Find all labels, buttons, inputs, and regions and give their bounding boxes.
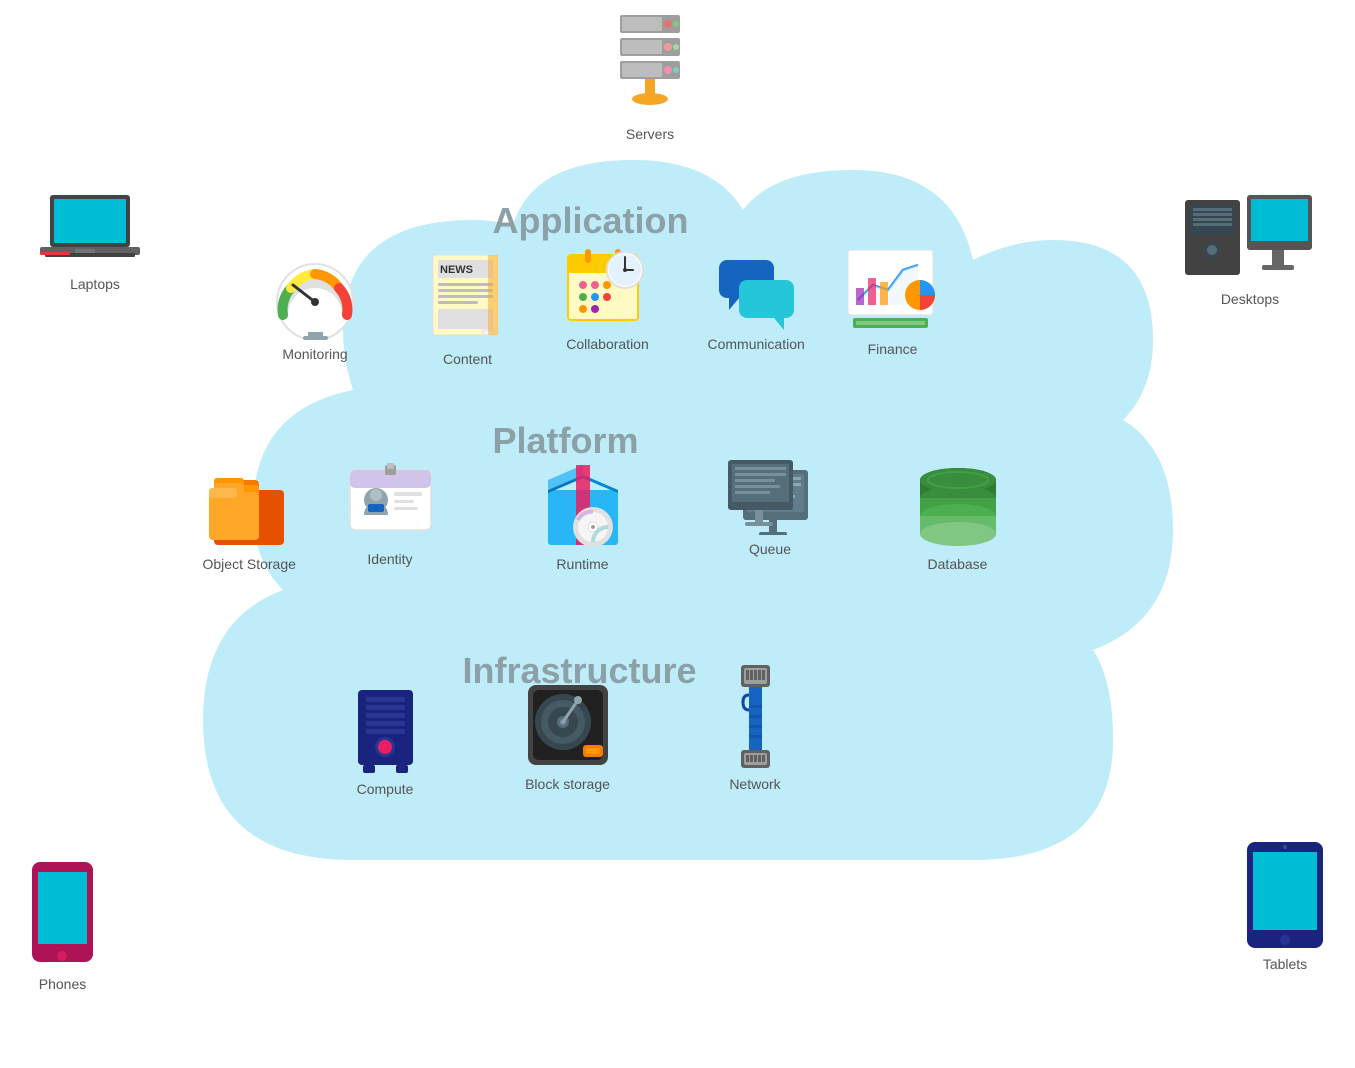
finance-label: Finance	[868, 341, 918, 357]
identity-item: Identity	[348, 460, 433, 567]
database-label: Database	[928, 556, 988, 572]
desktops-item: Desktops	[1185, 195, 1315, 307]
cloud-shape: Application Monitoring	[153, 140, 1203, 960]
tablets-item: Tablets	[1245, 840, 1325, 972]
object-storage-icon	[204, 470, 294, 550]
phones-label: Phones	[39, 976, 86, 992]
tablets-icon	[1245, 840, 1325, 950]
compute-item: Compute	[348, 685, 423, 797]
tablets-label: Tablets	[1263, 956, 1307, 972]
network-item: Network	[723, 660, 788, 792]
content-item: NEWS Content	[428, 255, 508, 367]
phones-item: Phones	[30, 860, 95, 992]
compute-label: Compute	[357, 781, 414, 797]
servers-icon	[610, 10, 690, 120]
queue-item: Queue	[723, 455, 818, 557]
runtime-item: Runtime	[538, 455, 628, 572]
identity-icon	[348, 460, 433, 545]
database-item: Database	[913, 460, 1003, 572]
application-title: Application	[493, 200, 689, 242]
desktops-icon	[1185, 195, 1315, 285]
object-storage-item: Object Storage	[203, 470, 296, 572]
laptops-icon	[40, 195, 150, 270]
queue-icon	[723, 455, 818, 535]
database-icon	[913, 460, 1003, 550]
collaboration-icon	[563, 245, 653, 330]
phones-icon	[30, 860, 95, 970]
collaboration-label: Collaboration	[566, 336, 649, 352]
desktops-label: Desktops	[1221, 291, 1279, 307]
compute-icon	[348, 685, 423, 775]
monitoring-icon	[273, 260, 358, 340]
runtime-icon	[538, 455, 628, 550]
network-label: Network	[729, 776, 780, 792]
svg-text:NEWS: NEWS	[440, 264, 473, 276]
block-storage-icon	[523, 680, 613, 770]
communication-icon	[714, 255, 799, 330]
content-label: Content	[443, 351, 492, 367]
network-icon	[723, 660, 788, 770]
queue-label: Queue	[749, 541, 791, 557]
finance-item: Finance	[848, 250, 938, 357]
block-storage-label: Block storage	[525, 776, 610, 792]
laptops-label: Laptops	[70, 276, 120, 292]
finance-icon	[848, 250, 938, 335]
object-storage-label: Object Storage	[203, 556, 296, 572]
communication-label: Communication	[708, 336, 805, 352]
laptops-item: Laptops	[40, 195, 150, 292]
block-storage-item: Block storage	[523, 680, 613, 792]
runtime-label: Runtime	[556, 556, 608, 572]
content-icon: NEWS	[428, 255, 508, 345]
monitoring-label: Monitoring	[282, 346, 347, 362]
collaboration-item: Collaboration	[563, 245, 653, 352]
communication-item: Communication	[708, 255, 805, 352]
monitoring-item: Monitoring	[273, 260, 358, 362]
identity-label: Identity	[367, 551, 412, 567]
servers-item: Servers	[610, 10, 690, 142]
